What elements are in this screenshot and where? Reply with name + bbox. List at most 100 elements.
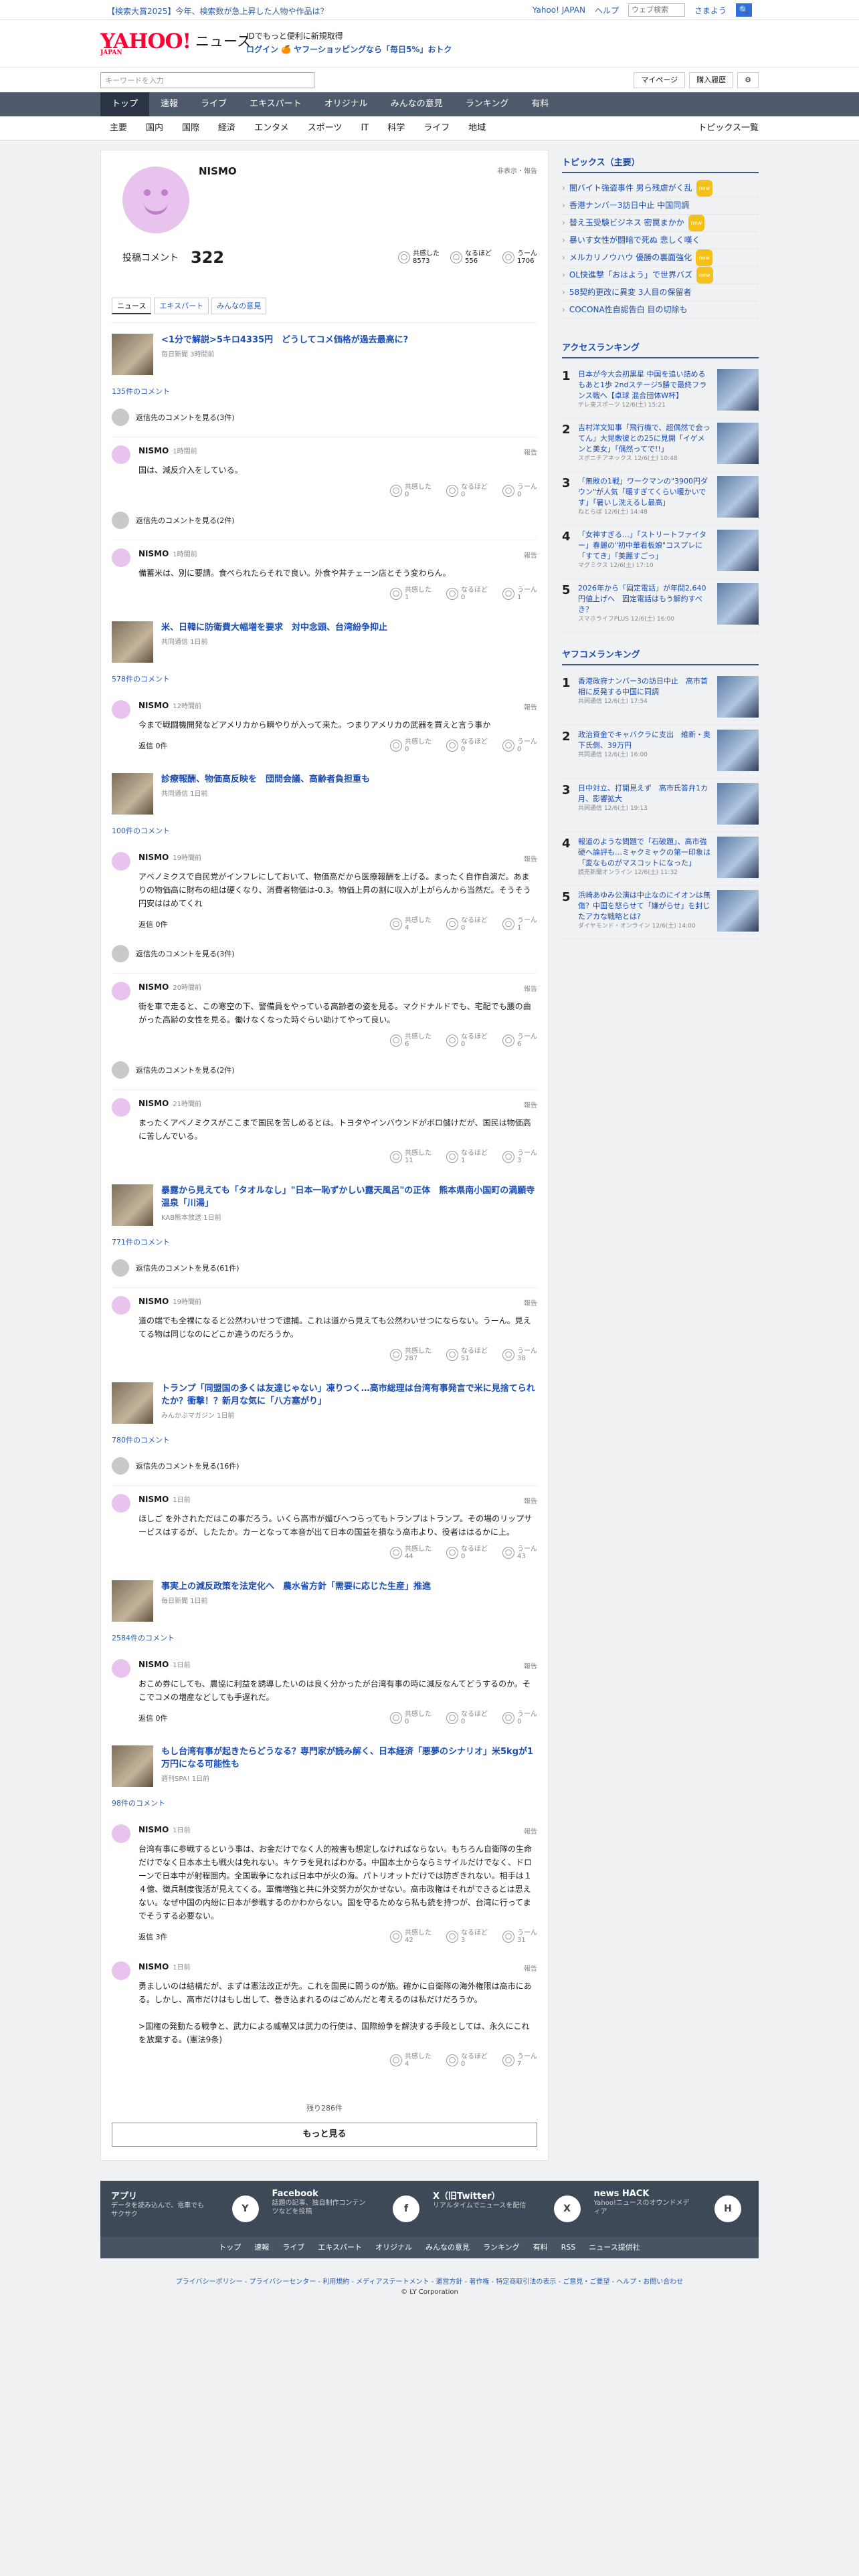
- footer-nav-link[interactable]: みんなの意見: [425, 2237, 470, 2258]
- ranking-item[interactable]: 1 日本が今大会初黒星 中国を追い詰めるもあと1歩 2ndステージ5勝で最終フラン…: [562, 365, 759, 419]
- reaction[interactable]: ◯ なるほど 0: [446, 1711, 488, 1725]
- reaction[interactable]: ◯ なるほど 0: [446, 484, 488, 498]
- footer-nav-link[interactable]: オリジナル: [375, 2237, 412, 2258]
- rank-title[interactable]: 香港政府ナンバー3の訪日中止 高市首相に反発する中国に同調: [578, 676, 712, 697]
- reaction[interactable]: ◯ 共感した 0: [390, 738, 432, 753]
- topic-item[interactable]: OL快進撃「おはよう」で世界バズnew: [562, 267, 759, 284]
- report-link[interactable]: 報告: [524, 447, 537, 457]
- topic-title[interactable]: 暴いす女性が闘暗で死ぬ 悲しく嘆く: [569, 232, 700, 249]
- reaction[interactable]: ◯ うーん 38: [502, 1348, 537, 1362]
- reaction[interactable]: ◯ なるほど 3: [446, 1929, 488, 1944]
- ranking-item[interactable]: 3 「無敗の1戦」ワークマンの"3900円ダウン"が人気「暖すぎてくらい暖かいです…: [562, 472, 759, 526]
- topic-item[interactable]: 替え玉受験ビジネス 密罠まかかnew: [562, 215, 759, 232]
- rank-title[interactable]: 「無敗の1戦」ワークマンの"3900円ダウン"が人気「暖すぎてくらい暖かいです」…: [578, 476, 712, 508]
- nav-original[interactable]: オリジナル: [313, 92, 379, 116]
- rank-text[interactable]: 報道のような問題で「石破題」、高市強硬へ論評も…ミャクミャクの第一印象は「変なも…: [578, 837, 712, 881]
- parent-link[interactable]: 返信先のコメントを見る(3件): [136, 412, 235, 423]
- reaction[interactable]: ◯ 共感した 0: [390, 1711, 432, 1725]
- search-icon[interactable]: 🔍: [736, 3, 752, 17]
- article-title[interactable]: <1分で解説>5キロ4335円 どうしてコメ価格が過去最高に?: [161, 334, 408, 346]
- reply-button[interactable]: 返信 0件: [138, 919, 168, 930]
- footer-nav-link[interactable]: ニュース提供社: [589, 2237, 640, 2258]
- nav-expert[interactable]: エキスパート: [238, 92, 313, 116]
- article-title[interactable]: もし台湾有事が起きたらどうなる？専門家が読み解く、日本経済「悪夢のシナリオ」米5…: [161, 1745, 537, 1771]
- reaction[interactable]: ◯ うーん 0: [502, 738, 537, 753]
- comment-count-link[interactable]: 780件のコメント: [112, 1434, 537, 1445]
- rank-title[interactable]: 政治資金でキャバクラに支出 維新・奥下氏側、39万円: [578, 730, 712, 751]
- report-link[interactable]: 報告: [524, 1495, 537, 1505]
- parent-link[interactable]: 返信先のコメントを見る(2件): [136, 1065, 235, 1075]
- category-tab[interactable]: IT: [351, 116, 378, 140]
- footer-nav-link[interactable]: ライブ: [282, 2237, 304, 2258]
- rank-title[interactable]: 日本が今大会初黒星 中国を追い詰めるもあと1歩 2ndステージ5勝で最終フランス…: [578, 369, 712, 401]
- reaction[interactable]: ◯ なるほど 0: [446, 586, 488, 601]
- hide-report-link[interactable]: 非表示・報告: [497, 165, 537, 175]
- footer-app[interactable]: アプリ データを読み込んで、電車でもサクサク Y: [111, 2189, 266, 2229]
- article-title[interactable]: 事実上の減反政策を法定化へ 農水省方針「需要に応じた生産」推進: [161, 1580, 431, 1593]
- comment-count-link[interactable]: 98件のコメント: [112, 1798, 537, 1808]
- reaction[interactable]: ◯ 共感した 6: [390, 1033, 432, 1048]
- topic-title[interactable]: メルカリノウハウ 優勝の裏面強化: [569, 249, 692, 266]
- nav-top[interactable]: トップ: [100, 92, 150, 116]
- rank-text[interactable]: 日中対立、打開見えず 高市氏答弁1カ月、影響拡大 共同通信 12/6(土) 19:…: [578, 783, 712, 828]
- ranking-item[interactable]: 5 浜崎あゆみ公演は中止なのにイオンは無傷？中国を怒らせて「嫌がらせ」を封じたアカ…: [562, 886, 759, 940]
- category-tab[interactable]: 主要: [100, 116, 136, 140]
- reaction[interactable]: ◯ なるほど 0: [446, 1545, 488, 1560]
- rank-thumbnail[interactable]: [717, 423, 759, 464]
- reaction[interactable]: ◯ うーん 43: [502, 1545, 537, 1560]
- show-parent-comments[interactable]: 返信先のコメントを見る(61件): [112, 1255, 537, 1288]
- rank-thumbnail[interactable]: [717, 530, 759, 571]
- rank-thumbnail[interactable]: [717, 583, 759, 625]
- comment-count-link[interactable]: 578件のコメント: [112, 673, 537, 684]
- report-link[interactable]: 報告: [524, 1297, 537, 1307]
- purchase-history-button[interactable]: 購入履歴: [689, 72, 734, 88]
- category-tab[interactable]: 科学: [378, 116, 414, 140]
- article-title[interactable]: 診療報酬、物価高反映を 団問会議、高齢者負担重も: [161, 773, 370, 786]
- parent-link[interactable]: 返信先のコメントを見る(3件): [136, 948, 235, 959]
- ranking-item[interactable]: 5 2026年から「固定電話」が年間2,640円値上げへ 固定電話はもう解約すべき…: [562, 579, 759, 633]
- reaction[interactable]: ◯ なるほど 51: [446, 1348, 488, 1362]
- rank-title[interactable]: 2026年から「固定電話」が年間2,640円値上げへ 固定電話はもう解約すべき？: [578, 583, 712, 615]
- footer-app[interactable]: X（旧Twitter） リアルタイムでニュースを配信 X: [433, 2189, 587, 2229]
- keyword-input[interactable]: キーワードを入力: [100, 72, 314, 88]
- article-thumbnail[interactable]: [112, 1580, 153, 1622]
- rank-text[interactable]: 吉村洋文知事「飛行機で、超偶然で会ってん」大晃敷彼との25に見開「イゲメンと美女…: [578, 423, 712, 467]
- rank-thumbnail[interactable]: [717, 676, 759, 718]
- ranking-item[interactable]: 2 吉村洋文知事「飛行機で、超偶然で会ってん」大晃敷彼との25に見開「イゲメンと美…: [562, 419, 759, 472]
- ranking-item[interactable]: 2 政治資金でキャバクラに支出 維新・奥下氏側、39万円 共同通信 12/6(土) …: [562, 726, 759, 779]
- tab-news[interactable]: ニュース: [112, 298, 152, 314]
- topic-item[interactable]: 58契約更改に異変 3人目の保留者: [562, 284, 759, 302]
- nav-ranking[interactable]: ランキング: [454, 92, 520, 116]
- reaction[interactable]: ◯ うーん 3: [502, 1150, 537, 1164]
- reaction[interactable]: ◯ 共感した 11: [390, 1150, 432, 1164]
- nav-breaking[interactable]: 速報: [149, 92, 189, 116]
- login-link[interactable]: ログイン 🍊 ヤフーショッピングなら「毎日5%」おトク: [246, 43, 452, 56]
- show-more-button[interactable]: もっと見る: [112, 2123, 537, 2147]
- rank-text[interactable]: 2026年から「固定電話」が年間2,640円値上げへ 固定電話はもう解約すべき？…: [578, 583, 712, 628]
- reaction[interactable]: ◯ なるほど 0: [446, 917, 488, 932]
- article-title[interactable]: 米、日韓に防衛費大幅増を要求 対中念頭、台湾紛争抑止: [161, 621, 387, 634]
- rank-text[interactable]: 政治資金でキャバクラに支出 維新・奥下氏側、39万円 共同通信 12/6(土) 1…: [578, 730, 712, 774]
- reply-button[interactable]: 返信 0件: [138, 1713, 168, 1723]
- report-link[interactable]: 報告: [524, 1660, 537, 1671]
- article-thumbnail[interactable]: [112, 621, 153, 663]
- rank-text[interactable]: 「無敗の1戦」ワークマンの"3900円ダウン"が人気「暖すぎてくらい暖かいです」…: [578, 476, 712, 521]
- gear-icon[interactable]: ⚙: [737, 72, 759, 88]
- report-link[interactable]: 報告: [524, 853, 537, 863]
- nav-live[interactable]: ライブ: [189, 92, 238, 116]
- footer-nav-link[interactable]: 有料: [533, 2237, 548, 2258]
- yahoo-logo[interactable]: YAHOO! JAPAN: [100, 29, 191, 56]
- nav-opinion[interactable]: みんなの意見: [379, 92, 454, 116]
- topic-title[interactable]: 香港ナンバー3訪日中止 中国同調: [569, 197, 689, 214]
- rank-thumbnail[interactable]: [717, 890, 759, 932]
- article-thumbnail[interactable]: [112, 334, 153, 375]
- report-link[interactable]: 報告: [524, 550, 537, 560]
- reaction[interactable]: ◯ 共感した 4: [390, 917, 432, 932]
- app-icon[interactable]: Y: [231, 2195, 259, 2222]
- reaction[interactable]: ◯ 共感した 287: [390, 1348, 432, 1362]
- app-icon[interactable]: X: [553, 2195, 581, 2222]
- comment-count-link[interactable]: 771件のコメント: [112, 1237, 537, 1247]
- yahoo-japan-link[interactable]: Yahoo! JAPAN: [533, 5, 585, 15]
- mypage-button[interactable]: マイページ: [634, 72, 686, 88]
- reaction[interactable]: ◯ うーん 0: [502, 484, 537, 498]
